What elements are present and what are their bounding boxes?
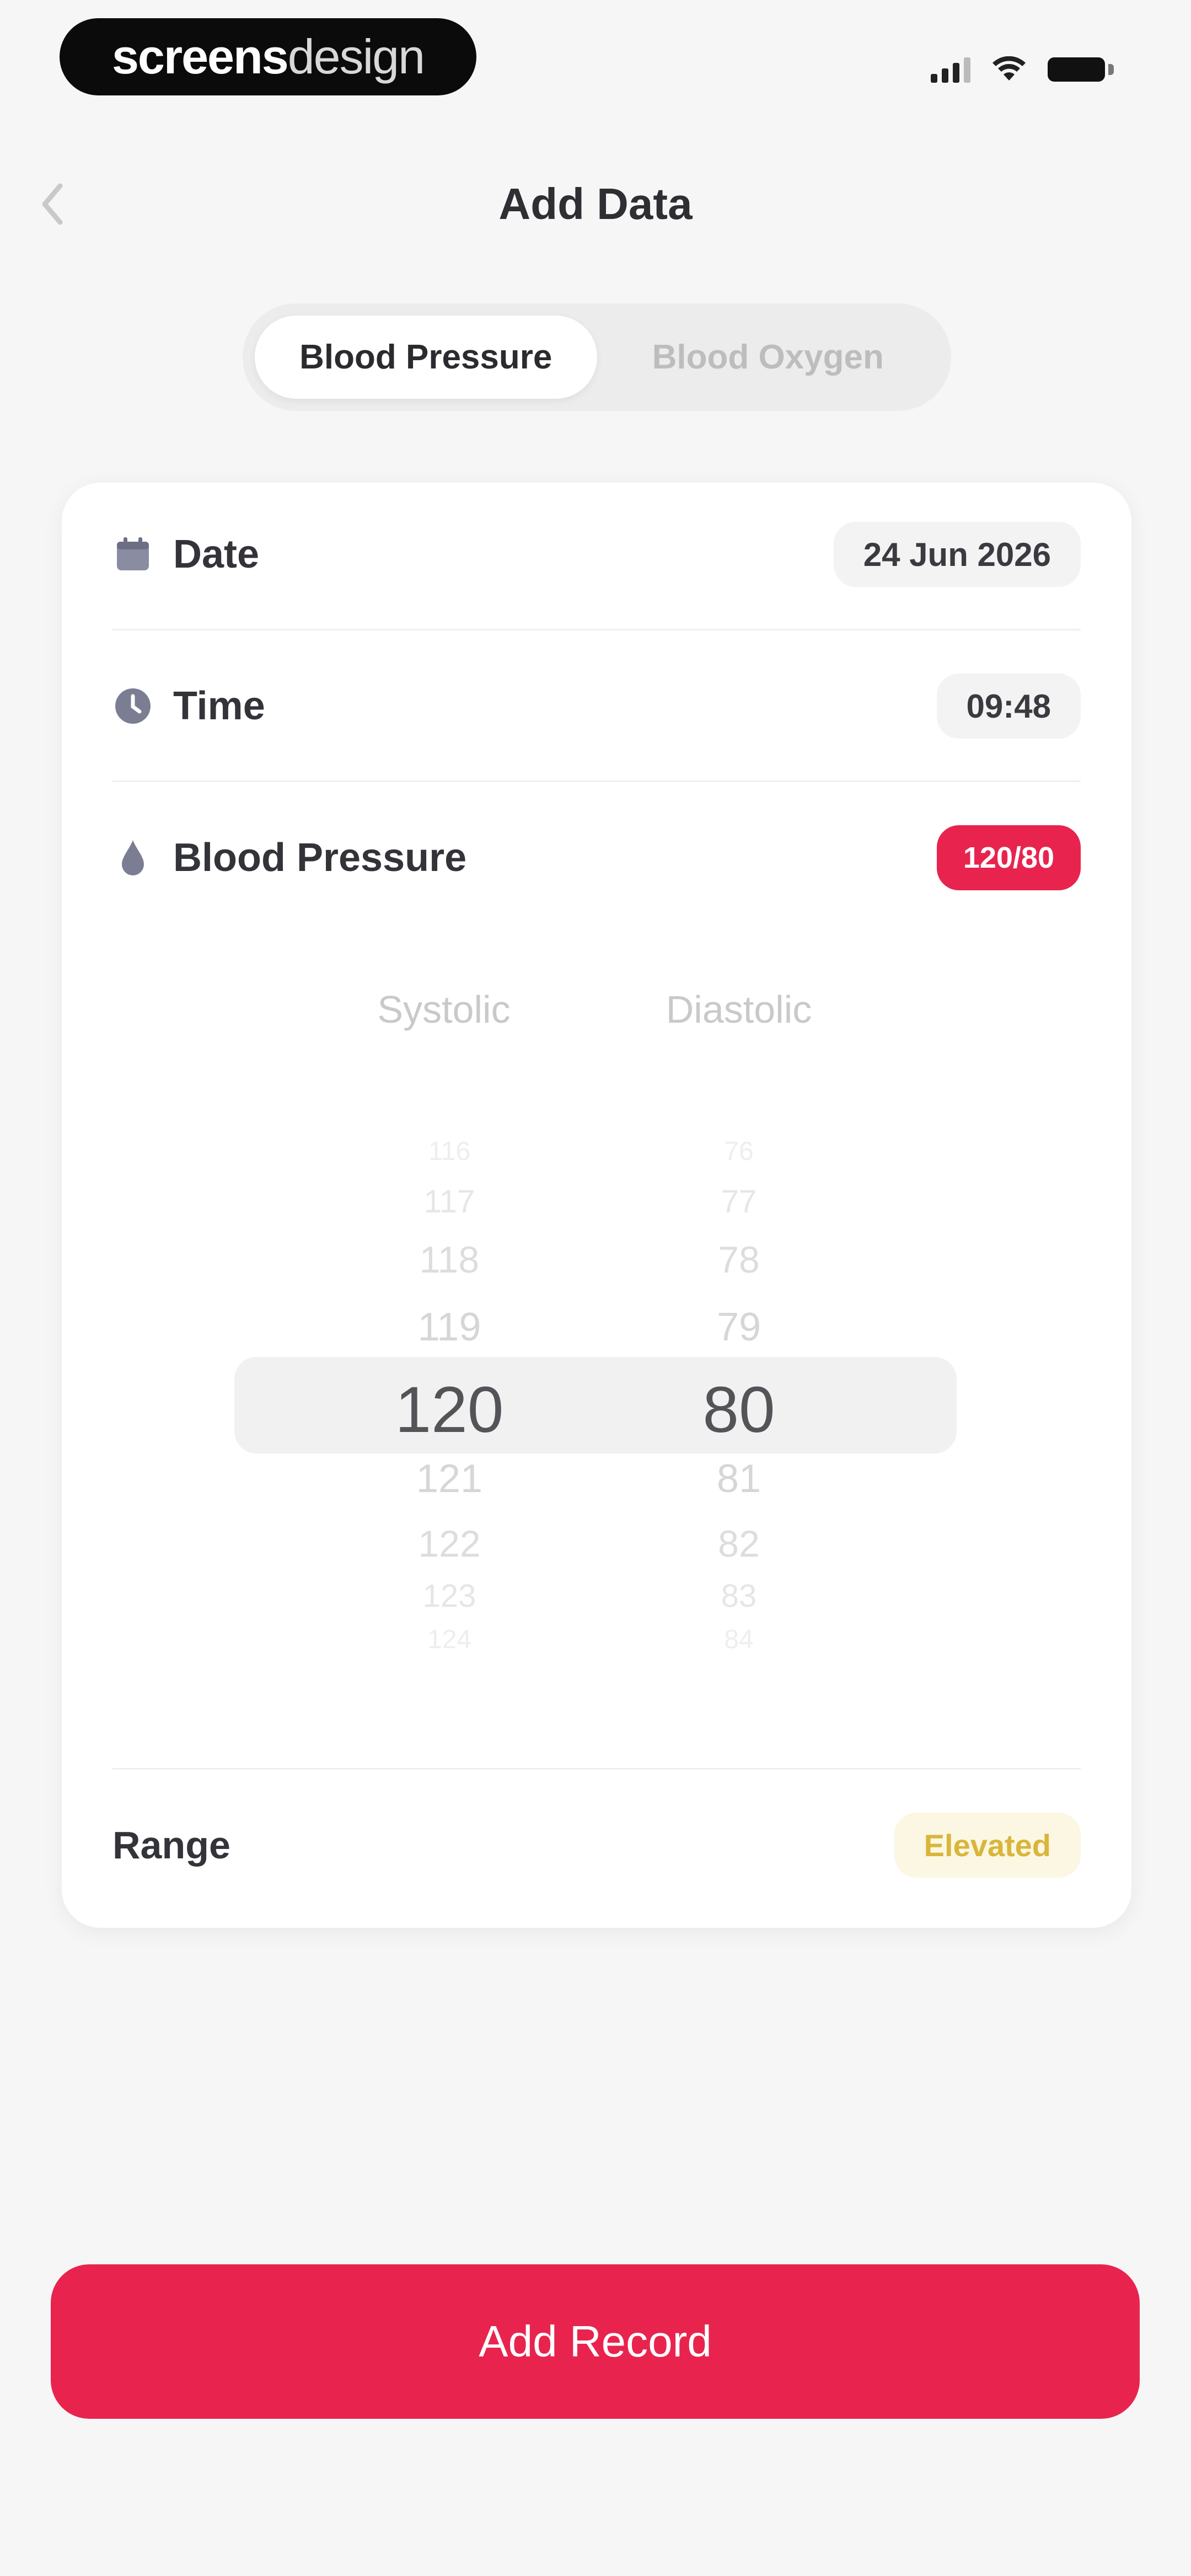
systolic-option[interactable]: 122 — [334, 1522, 565, 1565]
systolic-wheel[interactable]: 116 117 118 119 120 121 122 123 124 — [334, 0, 565, 2576]
status-bar-icons — [931, 53, 1114, 86]
range-status-badge: Elevated — [894, 1813, 1081, 1878]
add-record-button[interactable]: Add Record — [51, 2264, 1140, 2419]
time-value-chip[interactable]: 09:48 — [936, 674, 1081, 739]
diastolic-option[interactable]: 81 — [623, 1456, 855, 1501]
diastolic-selected-value[interactable]: 80 — [623, 1372, 855, 1447]
entry-card: Date 24 Jun 2026 Time 09:48 Blood Pressu… — [62, 483, 1131, 1928]
date-value-chip[interactable]: 24 Jun 2026 — [833, 522, 1081, 587]
blood-drop-icon — [112, 837, 153, 878]
diastolic-option[interactable]: 82 — [623, 1522, 855, 1565]
diastolic-option[interactable]: 84 — [623, 1624, 855, 1655]
brand-name-bold: screens — [111, 29, 289, 84]
systolic-option[interactable]: 117 — [334, 1183, 565, 1220]
systolic-option[interactable]: 124 — [334, 1624, 565, 1655]
page-title: Add Data — [498, 179, 693, 228]
divider — [112, 781, 1081, 782]
clock-icon — [112, 686, 153, 726]
systolic-option[interactable]: 119 — [334, 1305, 565, 1350]
divider — [112, 629, 1081, 630]
time-row: Time 09:48 — [112, 656, 1081, 756]
range-row: Range Elevated — [112, 1795, 1081, 1895]
systolic-option[interactable]: 118 — [334, 1238, 565, 1281]
blood-pressure-row: Blood Pressure 120/80 — [112, 808, 1081, 907]
diastolic-option[interactable]: 83 — [623, 1578, 855, 1615]
diastolic-wheel[interactable]: 76 77 78 79 80 81 82 83 84 — [623, 0, 855, 2576]
diastolic-option[interactable]: 78 — [623, 1238, 855, 1281]
wifi-icon — [993, 56, 1026, 81]
systolic-selected-value[interactable]: 120 — [334, 1372, 565, 1447]
systolic-option[interactable]: 123 — [334, 1578, 565, 1615]
diastolic-option[interactable]: 77 — [623, 1183, 855, 1220]
date-row: Date 24 Jun 2026 — [112, 505, 1081, 604]
divider — [112, 1768, 1081, 1770]
signal-icon — [931, 56, 970, 83]
battery-icon — [1048, 55, 1114, 84]
blood-pressure-value-badge: 120/80 — [936, 825, 1081, 890]
diastolic-option[interactable]: 79 — [623, 1305, 855, 1350]
app-screen: screensdesign Add Data Blood Pressure Bl… — [0, 0, 1191, 2576]
systolic-option[interactable]: 121 — [334, 1456, 565, 1501]
calendar-icon — [112, 534, 153, 575]
systolic-option[interactable]: 116 — [334, 1136, 565, 1167]
diastolic-option[interactable]: 76 — [623, 1136, 855, 1167]
